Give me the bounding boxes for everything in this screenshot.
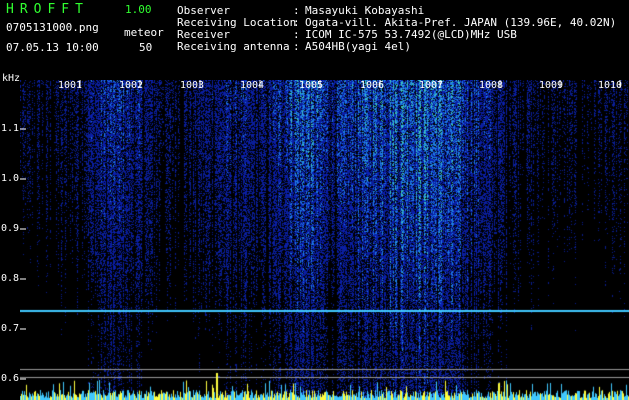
file-name: 0705131000.png (6, 21, 99, 34)
app-title: HROFFT (6, 2, 89, 17)
info-value-receiver: ICOM IC-575 53.7492(@LCD)MHz USB (305, 28, 517, 41)
x-tick-label: 1002 (119, 80, 144, 91)
x-tick-label: 1009 (539, 80, 564, 91)
y-tick-label: 0.7 (1, 323, 20, 334)
app-version: 1.00 (125, 3, 152, 16)
spectrogram-plot (20, 80, 629, 400)
y-tick-label: 0.8 (1, 273, 20, 284)
info-label-location: Receiving Location (177, 16, 297, 29)
x-tick-label: 1005 (299, 80, 324, 91)
x-tick-label: 1006 (360, 80, 385, 91)
x-tick-label: 1004 (240, 80, 265, 91)
axis-unit-label: kHz (2, 73, 21, 84)
y-tick-label: 0.9 (1, 223, 20, 234)
info-value-location: Ogata-vill. Akita-Pref. JAPAN (139.96E, … (305, 16, 617, 29)
y-tick-label: 0.6 (1, 373, 20, 384)
y-tick-label: 1.0 (1, 173, 20, 184)
info-label-antenna: Receiving antenna (177, 40, 290, 53)
x-tick-label: 1001 (58, 80, 83, 91)
info-separator: : (293, 40, 300, 53)
info-label-receiver: Receiver (177, 28, 230, 41)
x-tick-label: 1007 (419, 80, 444, 91)
y-tick-label: 1.1 (1, 123, 20, 134)
x-tick-label: 1008 (479, 80, 504, 91)
info-separator: : (293, 28, 300, 41)
info-separator: : (293, 4, 300, 17)
info-separator: : (293, 16, 300, 29)
info-value-observer: Masayuki Kobayashi (305, 4, 425, 17)
datetime: 07.05.13 10:00 (6, 41, 99, 54)
x-tick-label: 1003 (180, 80, 205, 91)
info-value-antenna: A504HB(yagi 4el) (305, 40, 411, 53)
meteor-label: meteor (124, 26, 164, 39)
info-label-observer: Observer (177, 4, 230, 17)
meteor-count: 50 (139, 41, 153, 54)
x-tick-label: 1010 (598, 80, 623, 91)
hrofft-screen: HROFFT 1.00 0705131000.png 07.05.13 10:0… (0, 0, 629, 400)
